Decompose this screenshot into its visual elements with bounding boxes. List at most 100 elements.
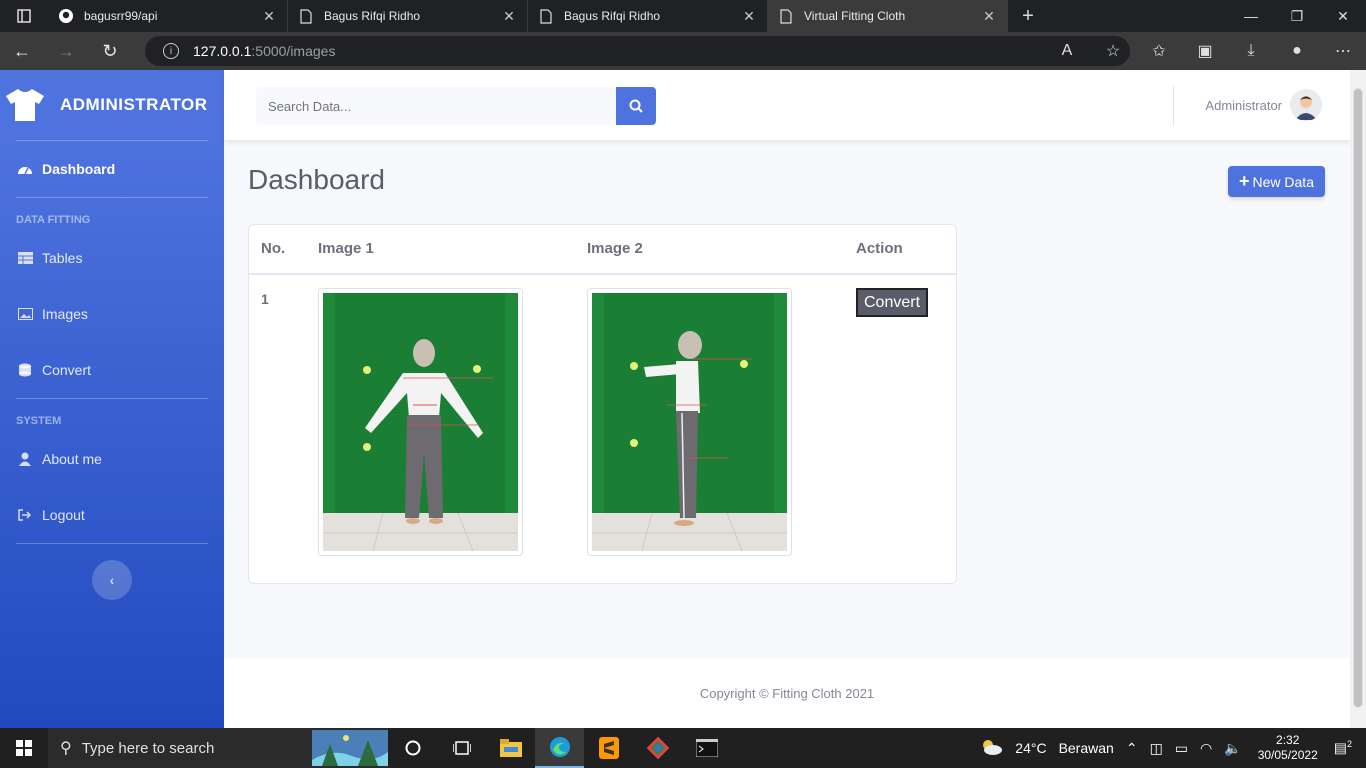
close-icon[interactable]: ✕ <box>981 8 997 25</box>
new-data-button[interactable]: + New Data <box>1228 166 1325 197</box>
read-aloud-icon[interactable]: A <box>1044 42 1090 60</box>
battery-icon[interactable]: ▭ <box>1175 740 1188 757</box>
github-icon <box>58 8 74 24</box>
search-highlight-icon <box>312 730 388 766</box>
more-icon[interactable]: ⋯ <box>1320 41 1366 61</box>
column-header-image-1: Image 1 <box>318 240 374 257</box>
cortana-icon[interactable] <box>388 728 437 768</box>
close-icon[interactable]: ✕ <box>501 8 517 25</box>
sidebar-item-images[interactable]: Images <box>0 286 224 342</box>
back-icon[interactable]: ← <box>0 32 44 70</box>
restore-icon[interactable]: ❐ <box>1274 0 1320 32</box>
sidebar-item-label: Convert <box>42 362 92 378</box>
clock[interactable]: 2:32 30/05/2022 <box>1258 733 1318 763</box>
topbar: Administrator <box>224 70 1350 140</box>
image-1-thumbnail[interactable] <box>318 288 523 556</box>
tab-actions-icon[interactable] <box>0 0 48 32</box>
search-input[interactable] <box>256 87 616 125</box>
edge-browser-icon[interactable] <box>535 728 584 768</box>
sign-out-icon <box>16 509 34 521</box>
file-explorer-icon[interactable] <box>486 728 535 768</box>
url-field[interactable]: i 127.0.0.1:5000/images <box>145 36 1130 66</box>
sidebar-item-tables[interactable]: Tables <box>0 230 224 286</box>
copyright-text: Copyright © Fitting Cloth 2021 <box>699 685 875 701</box>
page-title: Dashboard <box>248 164 385 195</box>
tachometer-icon <box>16 162 34 176</box>
brand-text: ADMINISTRATOR <box>60 95 208 114</box>
tab-title: Bagus Rifqi Ridho <box>564 9 661 23</box>
sidebar-item-label: About me <box>42 451 102 467</box>
weather-desc[interactable]: Berawan <box>1059 740 1114 756</box>
add-favorite-icon[interactable]: ☆ <box>1090 41 1136 61</box>
meet-now-icon[interactable]: ◫ <box>1150 740 1163 757</box>
refresh-icon[interactable]: ↻ <box>88 32 132 70</box>
git-gui-icon[interactable] <box>633 728 682 768</box>
sidebar-toggle-button[interactable]: ‹ <box>92 560 132 600</box>
taskbar: ⚲ Type here to search 24°C Berawan ⌃ ◫ ▭… <box>0 728 1366 768</box>
close-icon[interactable]: ✕ <box>741 8 757 25</box>
chevron-left-icon: ‹ <box>109 572 115 588</box>
sidebar-item-label: Images <box>42 306 88 322</box>
browser-tab-1[interactable]: bagusrr99/api ✕ <box>48 0 288 32</box>
info-icon[interactable]: i <box>163 43 179 59</box>
wifi-icon[interactable]: ◠ <box>1200 740 1212 757</box>
page-icon <box>778 8 794 24</box>
windows-start-icon[interactable] <box>0 728 48 768</box>
favorites-icon[interactable]: ✩ <box>1136 41 1182 61</box>
page-scrollbar[interactable] <box>1350 70 1366 728</box>
downloads-icon[interactable]: ⤓ <box>1228 42 1274 60</box>
tab-title: Bagus Rifqi Ridho <box>324 9 421 23</box>
image-2-thumbnail[interactable] <box>587 288 792 556</box>
task-view-icon[interactable] <box>437 728 486 768</box>
sidebar-heading-data: DATA FITTING <box>16 214 91 226</box>
url-path: :5000/images <box>251 43 336 59</box>
clock-time: 2:32 <box>1276 733 1300 747</box>
collections-icon[interactable]: ▣ <box>1182 41 1228 61</box>
taskbar-search-text: Type here to search <box>81 739 215 757</box>
notification-icon[interactable]: ▤2 <box>1334 739 1352 757</box>
volume-icon[interactable]: 🔈 <box>1224 740 1241 757</box>
browser-tab-strip: bagusrr99/api ✕ Bagus Rifqi Ridho ✕ Bagu… <box>0 0 1366 32</box>
minimize-icon[interactable]: — <box>1228 0 1274 32</box>
profile-icon[interactable]: ● <box>1274 42 1320 60</box>
user-icon <box>16 452 34 466</box>
tab-title: bagusrr99/api <box>84 9 158 23</box>
browser-tab-active[interactable]: Virtual Fitting Cloth ✕ <box>768 0 1008 32</box>
chevron-up-icon[interactable]: ⌃ <box>1126 740 1138 757</box>
terminal-icon[interactable] <box>682 728 731 768</box>
footer: Copyright © Fitting Cloth 2021 <box>224 658 1350 728</box>
new-data-label: New Data <box>1252 173 1314 190</box>
sidebar-brand[interactable]: ADMINISTRATOR <box>0 70 224 140</box>
sidebar-item-label: Dashboard <box>42 161 116 177</box>
new-tab-button[interactable]: + <box>1008 0 1048 32</box>
database-icon <box>16 363 34 377</box>
sidebar-item-about[interactable]: About me <box>0 431 224 487</box>
column-header-no: No. <box>261 240 286 257</box>
convert-button[interactable]: Convert <box>856 288 928 317</box>
forward-icon[interactable]: → <box>44 32 88 70</box>
weather-cloud-icon[interactable] <box>979 738 1003 759</box>
sidebar-heading-system: SYSTEM <box>16 415 62 427</box>
tab-title: Virtual Fitting Cloth <box>804 9 906 23</box>
weather-temp[interactable]: 24°C <box>1015 740 1046 756</box>
scrollbar-thumb[interactable] <box>1353 88 1363 708</box>
plus-icon: + <box>1239 171 1250 191</box>
page-icon <box>538 8 554 24</box>
url-host: 127.0.0.1 <box>193 43 252 59</box>
user-name: Administrator <box>1205 97 1282 113</box>
search-button[interactable] <box>616 87 656 125</box>
column-header-action: Action <box>856 240 903 257</box>
user-menu[interactable]: Administrator <box>1205 89 1322 121</box>
sublime-text-icon[interactable] <box>584 728 633 768</box>
browser-tab-2[interactable]: Bagus Rifqi Ridho ✕ <box>288 0 528 32</box>
close-window-icon[interactable]: ✕ <box>1320 0 1366 32</box>
sidebar-item-convert[interactable]: Convert <box>0 342 224 398</box>
address-bar: ← → ↻ i 127.0.0.1:5000/images A ☆ ✩ ▣ ⤓ … <box>0 32 1366 70</box>
sidebar-item-logout[interactable]: Logout <box>0 487 224 543</box>
taskbar-search[interactable]: ⚲ Type here to search <box>48 728 388 768</box>
notification-count: 2 <box>1346 739 1352 750</box>
search-form <box>256 87 656 125</box>
close-icon[interactable]: ✕ <box>261 8 277 25</box>
sidebar-item-dashboard[interactable]: Dashboard <box>0 141 224 197</box>
browser-tab-3[interactable]: Bagus Rifqi Ridho ✕ <box>528 0 768 32</box>
